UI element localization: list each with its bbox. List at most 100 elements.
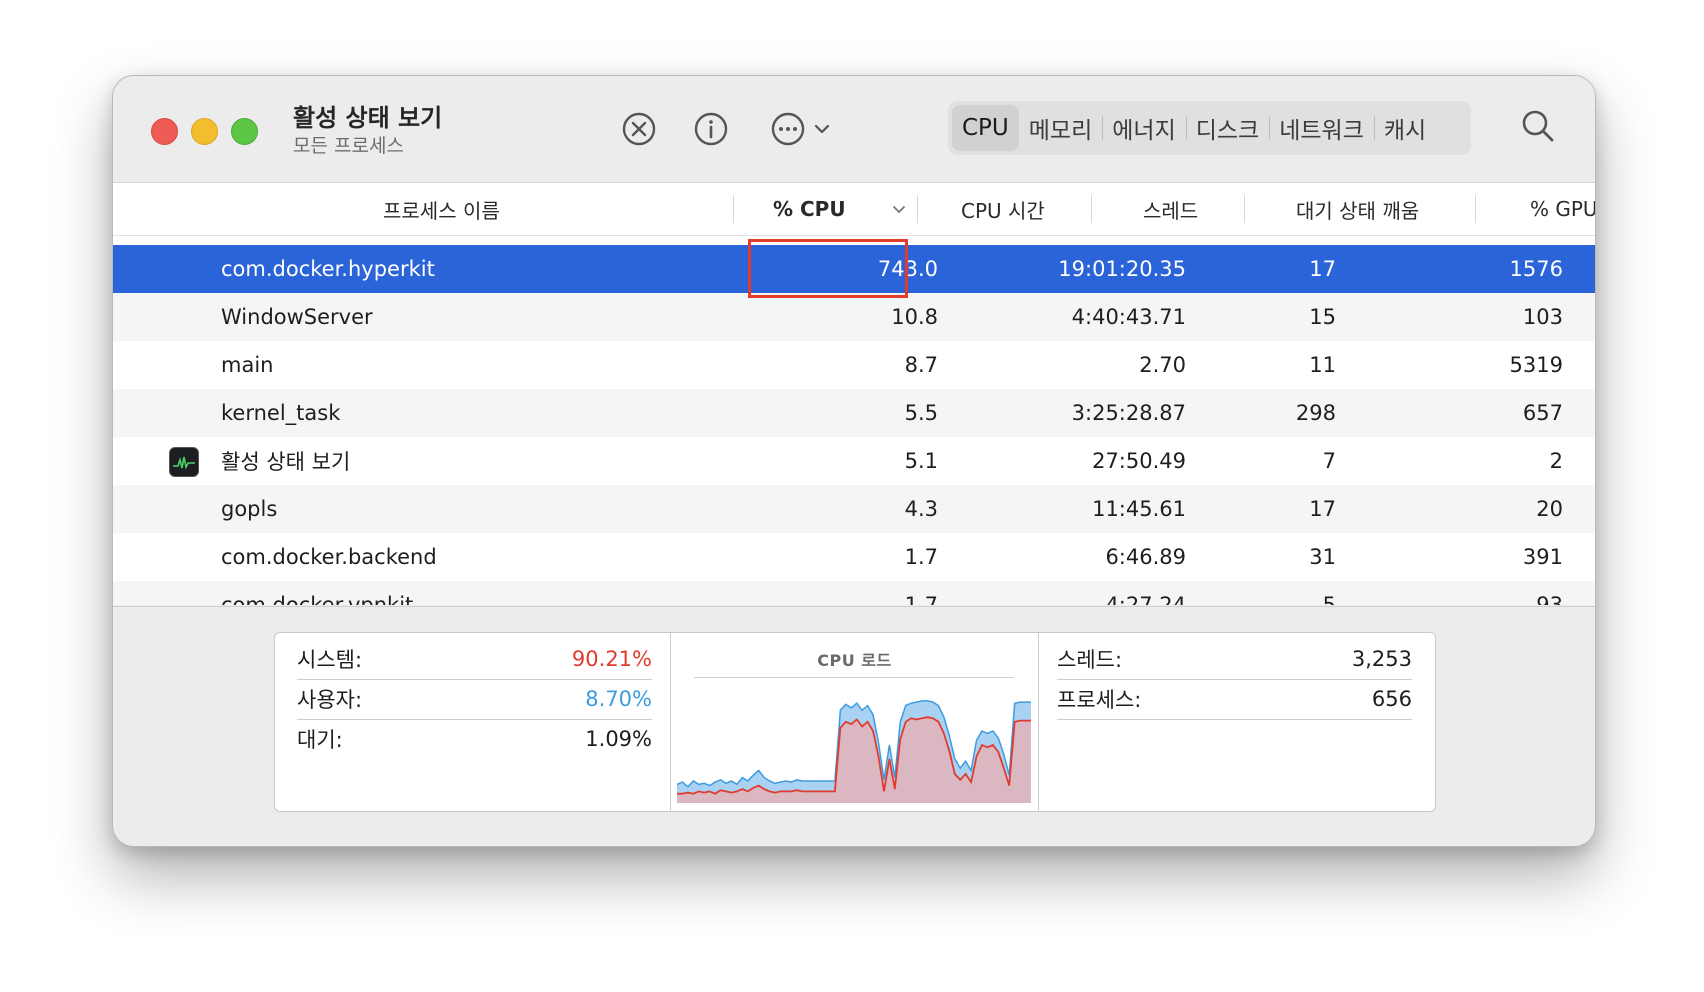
sort-descending-icon [892,206,905,214]
cpu-percent: 4.3 [904,497,938,521]
tab-disk[interactable]: 디스크 [1185,105,1269,151]
chart-divider [694,677,1014,678]
idle-value: 1.09% [585,727,652,751]
system-usage-row: 시스템: 90.21% [297,639,652,680]
table-row[interactable]: kernel_task 5.5 3:25:28.87 298 657 [113,389,1595,437]
column-divider [1244,195,1245,223]
threads-value: 3,253 [1351,647,1412,671]
cpu-load-graph: CPU 로드 [671,633,1039,811]
tab-energy[interactable]: 에너지 [1102,105,1185,151]
cpu-percent: 8.7 [904,353,938,377]
thread-count: 15 [1309,305,1336,329]
column-divider [1475,195,1476,223]
cpu-usage-breakdown: 시스템: 90.21% 사용자: 8.70% 대기: 1.09% [275,633,671,811]
tab-memory[interactable]: 메모리 [1019,105,1102,151]
minimize-window-button[interactable] [191,118,218,145]
idle-usage-row: 대기: 1.09% [297,719,652,759]
table-row[interactable]: gopls 4.3 11:45.61 17 20 [113,485,1595,533]
idle-wake-count: 657 [1522,401,1563,425]
process-name: 활성 상태 보기 [221,450,351,474]
info-circle-icon [694,112,728,146]
user-value: 8.70% [585,687,652,711]
col-cpu-label: % CPU [773,197,846,221]
process-name: WindowServer [221,305,373,329]
col-cpu[interactable]: % CPU [773,183,908,235]
close-window-button[interactable] [151,118,178,145]
chevron-down-icon [814,124,829,134]
table-row[interactable]: com.docker.backend 1.7 6:46.89 31 391 [113,533,1595,581]
process-name: com.docker.hyperkit [221,257,435,281]
col-process-name[interactable]: 프로세스 이름 [383,183,500,235]
table-row[interactable]: com.docker.vpnkit 1.7 4:27.24 5 93 [113,581,1595,605]
threads-row: 스레드: 3,253 [1057,639,1412,680]
process-name: main [221,353,274,377]
tab-cpu[interactable]: CPU [952,105,1019,151]
idle-wake-count: 1576 [1509,257,1563,281]
process-counts: 스레드: 3,253 프로세스: 656 [1039,633,1435,811]
more-actions-button[interactable] [763,106,838,152]
cpu-percent: 5.5 [904,401,938,425]
cpu-percent: 5.1 [904,449,938,473]
col-idle-wake[interactable]: 대기 상태 깨움 [1296,183,1419,235]
table-body: com.docker.hyperkit 743.0 19:01:20.35 17… [113,245,1595,605]
col-cpu-time[interactable]: CPU 시간 [961,183,1045,235]
cpu-percent: 1.7 [904,593,938,605]
summary-area: 시스템: 90.21% 사용자: 8.70% 대기: 1.09% CPU 로드 [113,606,1595,846]
cpu-time: 3:25:28.87 [1071,401,1186,425]
thread-count: 7 [1322,449,1336,473]
col-threads[interactable]: 스레드 [1143,183,1198,235]
process-name: com.docker.backend [221,545,437,569]
cpu-time: 4:40:43.71 [1071,305,1186,329]
cpu-summary-panel: 시스템: 90.21% 사용자: 8.70% 대기: 1.09% CPU 로드 [274,632,1436,812]
process-info-button[interactable] [688,106,734,152]
idle-wake-count: 103 [1522,305,1563,329]
column-divider [733,195,734,223]
thread-count: 17 [1309,257,1336,281]
idle-wake-count: 5319 [1509,353,1563,377]
stop-process-button[interactable] [616,106,662,152]
thread-count: 5 [1322,593,1336,605]
table-row[interactable]: WindowServer 10.8 4:40:43.71 15 103 [113,293,1595,341]
cpu-time: 2.70 [1139,353,1186,377]
process-name: kernel_task [221,401,341,425]
magnifier-icon [1522,110,1554,142]
process-name: gopls [221,497,278,521]
idle-wake-count: 2 [1549,449,1563,473]
cpu-percent: 10.8 [891,305,938,329]
activity-monitor-app-icon [169,447,199,477]
ellipsis-circle-icon [771,112,804,146]
idle-wake-count: 391 [1522,545,1563,569]
category-tabs: CPU 메모리 에너지 디스크 네트워크 캐시 [948,101,1471,155]
idle-wake-count: 20 [1536,497,1563,521]
tab-cache[interactable]: 캐시 [1373,105,1436,151]
process-name: com.docker.vpnkit [221,593,414,605]
idle-wake-count: 93 [1536,593,1563,605]
col-gpu[interactable]: % GPU [1530,183,1595,235]
activity-monitor-window: 활성 상태 보기 모든 프로세스 CPU 메모리 에너지 디스크 네트워크 캐시… [112,75,1596,847]
cpu-value-highlight [748,239,908,298]
thread-count: 31 [1309,545,1336,569]
tab-network[interactable]: 네트워크 [1269,105,1374,151]
cpu-load-title: CPU 로드 [817,651,892,670]
thread-count: 17 [1309,497,1336,521]
user-usage-row: 사용자: 8.70% [297,679,652,720]
zoom-window-button[interactable] [231,118,258,145]
system-label: 시스템: [297,648,363,672]
system-value: 90.21% [571,647,652,671]
cpu-percent: 1.7 [904,545,938,569]
cpu-load-chart [677,700,1031,803]
table-row[interactable]: main 8.7 2.70 11 5319 [113,341,1595,389]
threads-label: 스레드: [1057,648,1123,672]
column-divider [1091,195,1092,223]
processes-label: 프로세스: [1057,688,1142,712]
cpu-time: 6:46.89 [1105,545,1186,569]
titlebar: 활성 상태 보기 모든 프로세스 CPU 메모리 에너지 디스크 네트워크 캐시 [113,76,1595,183]
column-divider [917,195,918,223]
thread-count: 298 [1295,401,1336,425]
idle-label: 대기: [297,728,343,752]
table-row[interactable]: 활성 상태 보기 5.1 27:50.49 7 2 [113,437,1595,485]
processes-value: 656 [1371,687,1412,711]
search-button[interactable] [1518,106,1558,150]
cpu-time: 4:27.24 [1105,593,1186,605]
thread-count: 11 [1309,353,1336,377]
